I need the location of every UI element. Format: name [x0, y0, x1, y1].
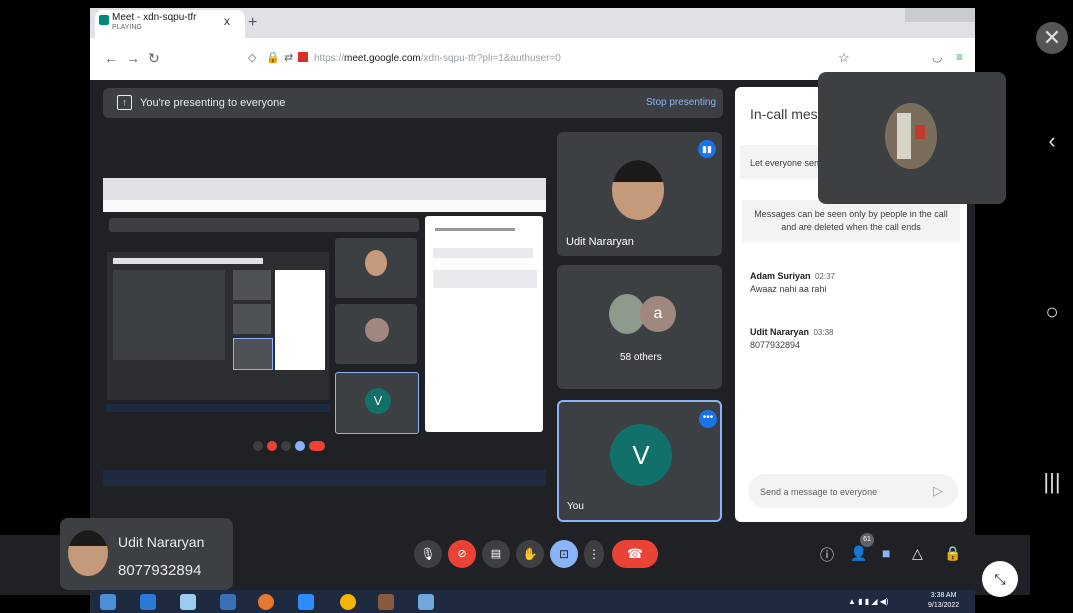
nested-deeper-tile-2 [233, 304, 271, 334]
nested-deeper-chat [275, 270, 325, 370]
meet-favicon-icon [99, 15, 109, 25]
present-now-icon[interactable]: ⊡ [550, 540, 578, 568]
nested-avatar [365, 250, 387, 276]
exit-fullscreen-icon[interactable]: ⤡ [982, 561, 1018, 597]
nested-address-bar [103, 200, 546, 212]
tab-subtitle: PLAYING [112, 24, 142, 31]
message-text: 8077932894 [750, 340, 801, 350]
reload-icon[interactable]: ↻ [148, 50, 160, 67]
camera-off-icon[interactable]: ⊘ [448, 540, 476, 568]
nested-deeper-taskbar [107, 404, 329, 412]
mic-muted-icon[interactable]: ✕ [1036, 22, 1068, 54]
nested-deeper-tile-3 [233, 338, 273, 370]
chat-input-placeholder: Send a message to everyone [760, 487, 878, 497]
present-screen-icon: ↑ [117, 95, 132, 110]
send-icon[interactable]: ▷ [933, 483, 943, 499]
chat-icon[interactable]: ■ [882, 545, 890, 561]
message-time: 03:38 [813, 328, 834, 337]
firefox-icon[interactable] [258, 594, 274, 610]
nested-chat-toggle [433, 248, 533, 258]
nested-chat-title [435, 228, 515, 231]
raise-hand-icon[interactable]: ✋ [516, 540, 544, 568]
extensions-icon[interactable]: ≡ [956, 50, 963, 64]
pip-caller-number: 8077932894 [118, 562, 202, 579]
people-icon[interactable]: 👤 [850, 545, 867, 562]
presenting-text: You're presenting to everyone [140, 97, 286, 109]
others-count-label: 58 others [620, 352, 662, 363]
nested-present-banner [109, 218, 419, 232]
self-view-video [885, 103, 937, 169]
more-options-icon[interactable]: ••• [699, 410, 717, 428]
lock-icon[interactable]: 🔒 [266, 51, 280, 64]
you-avatar: V [610, 424, 672, 486]
recents-nav-button[interactable]: ||| [1036, 466, 1068, 498]
message-sender: Adam Suriyan [750, 271, 811, 281]
end-call-icon[interactable]: ☎ [612, 540, 658, 568]
app-icon[interactable] [220, 594, 236, 610]
nested-deeper-bar [113, 258, 263, 264]
system-tray-icons[interactable]: ▲ ▮ ▮ ◢ ◀) [848, 597, 889, 606]
file-explorer-icon[interactable] [180, 594, 196, 610]
shared-screen-preview: V [103, 170, 546, 490]
camera-indicator-icon[interactable] [298, 52, 308, 62]
mic-icon[interactable]: 🎙 [414, 540, 442, 568]
more-vert-icon[interactable]: ⋮ [584, 540, 604, 568]
url-text: https://meet.google.com/xdn-sqpu-tfr?pli… [314, 53, 561, 64]
home-nav-button[interactable]: ○ [1036, 296, 1068, 328]
pocket-icon[interactable]: ◡ [932, 50, 942, 64]
meeting-info-icon[interactable]: ⓘ [820, 545, 834, 565]
nested-taskbar [103, 470, 546, 486]
let-everyone-send-label: Let everyone send [750, 158, 825, 168]
chat-message: Adam Suriyan 02:37 [750, 266, 835, 284]
edge-icon[interactable] [140, 594, 156, 610]
chrome-icon[interactable] [340, 594, 356, 610]
host-controls-icon[interactable]: 🔒 [944, 545, 961, 562]
nested-chat-info [433, 270, 537, 288]
participant-avatar [612, 160, 664, 220]
nested-you-avatar: V [365, 388, 391, 414]
nested-browser-bar [103, 178, 546, 200]
clock: 3:38 AM 9/13/2022 [928, 592, 960, 609]
pip-caller-name: Udit Nararyan [118, 534, 205, 550]
back-nav-button[interactable]: ‹ [1036, 125, 1068, 157]
tab-title: Meet - xdn-sqpu-tfr [112, 12, 197, 23]
others-letter-avatar: a [640, 296, 676, 332]
start-icon[interactable] [100, 594, 116, 610]
message-time: 02:37 [814, 272, 836, 281]
message-sender: Udit Nararyan [750, 327, 810, 337]
window-controls[interactable] [905, 8, 975, 22]
bookmark-star-icon[interactable]: ☆ [838, 50, 850, 66]
pip-caller-avatar [68, 530, 108, 576]
message-text: Awaaz nahi aa rahi [750, 284, 827, 294]
stop-presenting-button[interactable]: Stop presenting [646, 97, 716, 108]
nested-controls [253, 438, 393, 456]
participant-count-badge: 61 [860, 533, 874, 547]
photos-icon[interactable] [418, 594, 434, 610]
permissions-icon[interactable]: ⇄ [284, 51, 293, 64]
back-arrow-icon[interactable]: ← [104, 50, 118, 66]
activities-icon[interactable]: △ [912, 545, 923, 562]
chat-message: Udit Nararyan 03:38 [750, 322, 834, 340]
you-label: You [567, 501, 584, 512]
chat-info-text: Messages can be seen only by people in t… [754, 209, 948, 232]
shield-icon[interactable]: ◇ [248, 51, 256, 64]
new-tab-icon[interactable]: + [248, 14, 257, 32]
zoom-icon[interactable] [298, 594, 314, 610]
nested-deeper-tile-1 [233, 270, 271, 300]
nested-deeper-content [113, 270, 225, 360]
tab-close-icon[interactable]: x [224, 14, 230, 28]
nested-others-avatar [365, 318, 389, 342]
game-icon[interactable] [378, 594, 394, 610]
participant-name: Udit Nararyan [566, 236, 634, 248]
android-nav-rail: ✕ ‹ ○ ||| [1030, 0, 1073, 613]
forward-arrow-icon[interactable]: → [126, 50, 140, 66]
captions-icon[interactable]: ▤ [482, 540, 510, 568]
speaking-indicator-icon: ▮▮ [698, 140, 716, 158]
